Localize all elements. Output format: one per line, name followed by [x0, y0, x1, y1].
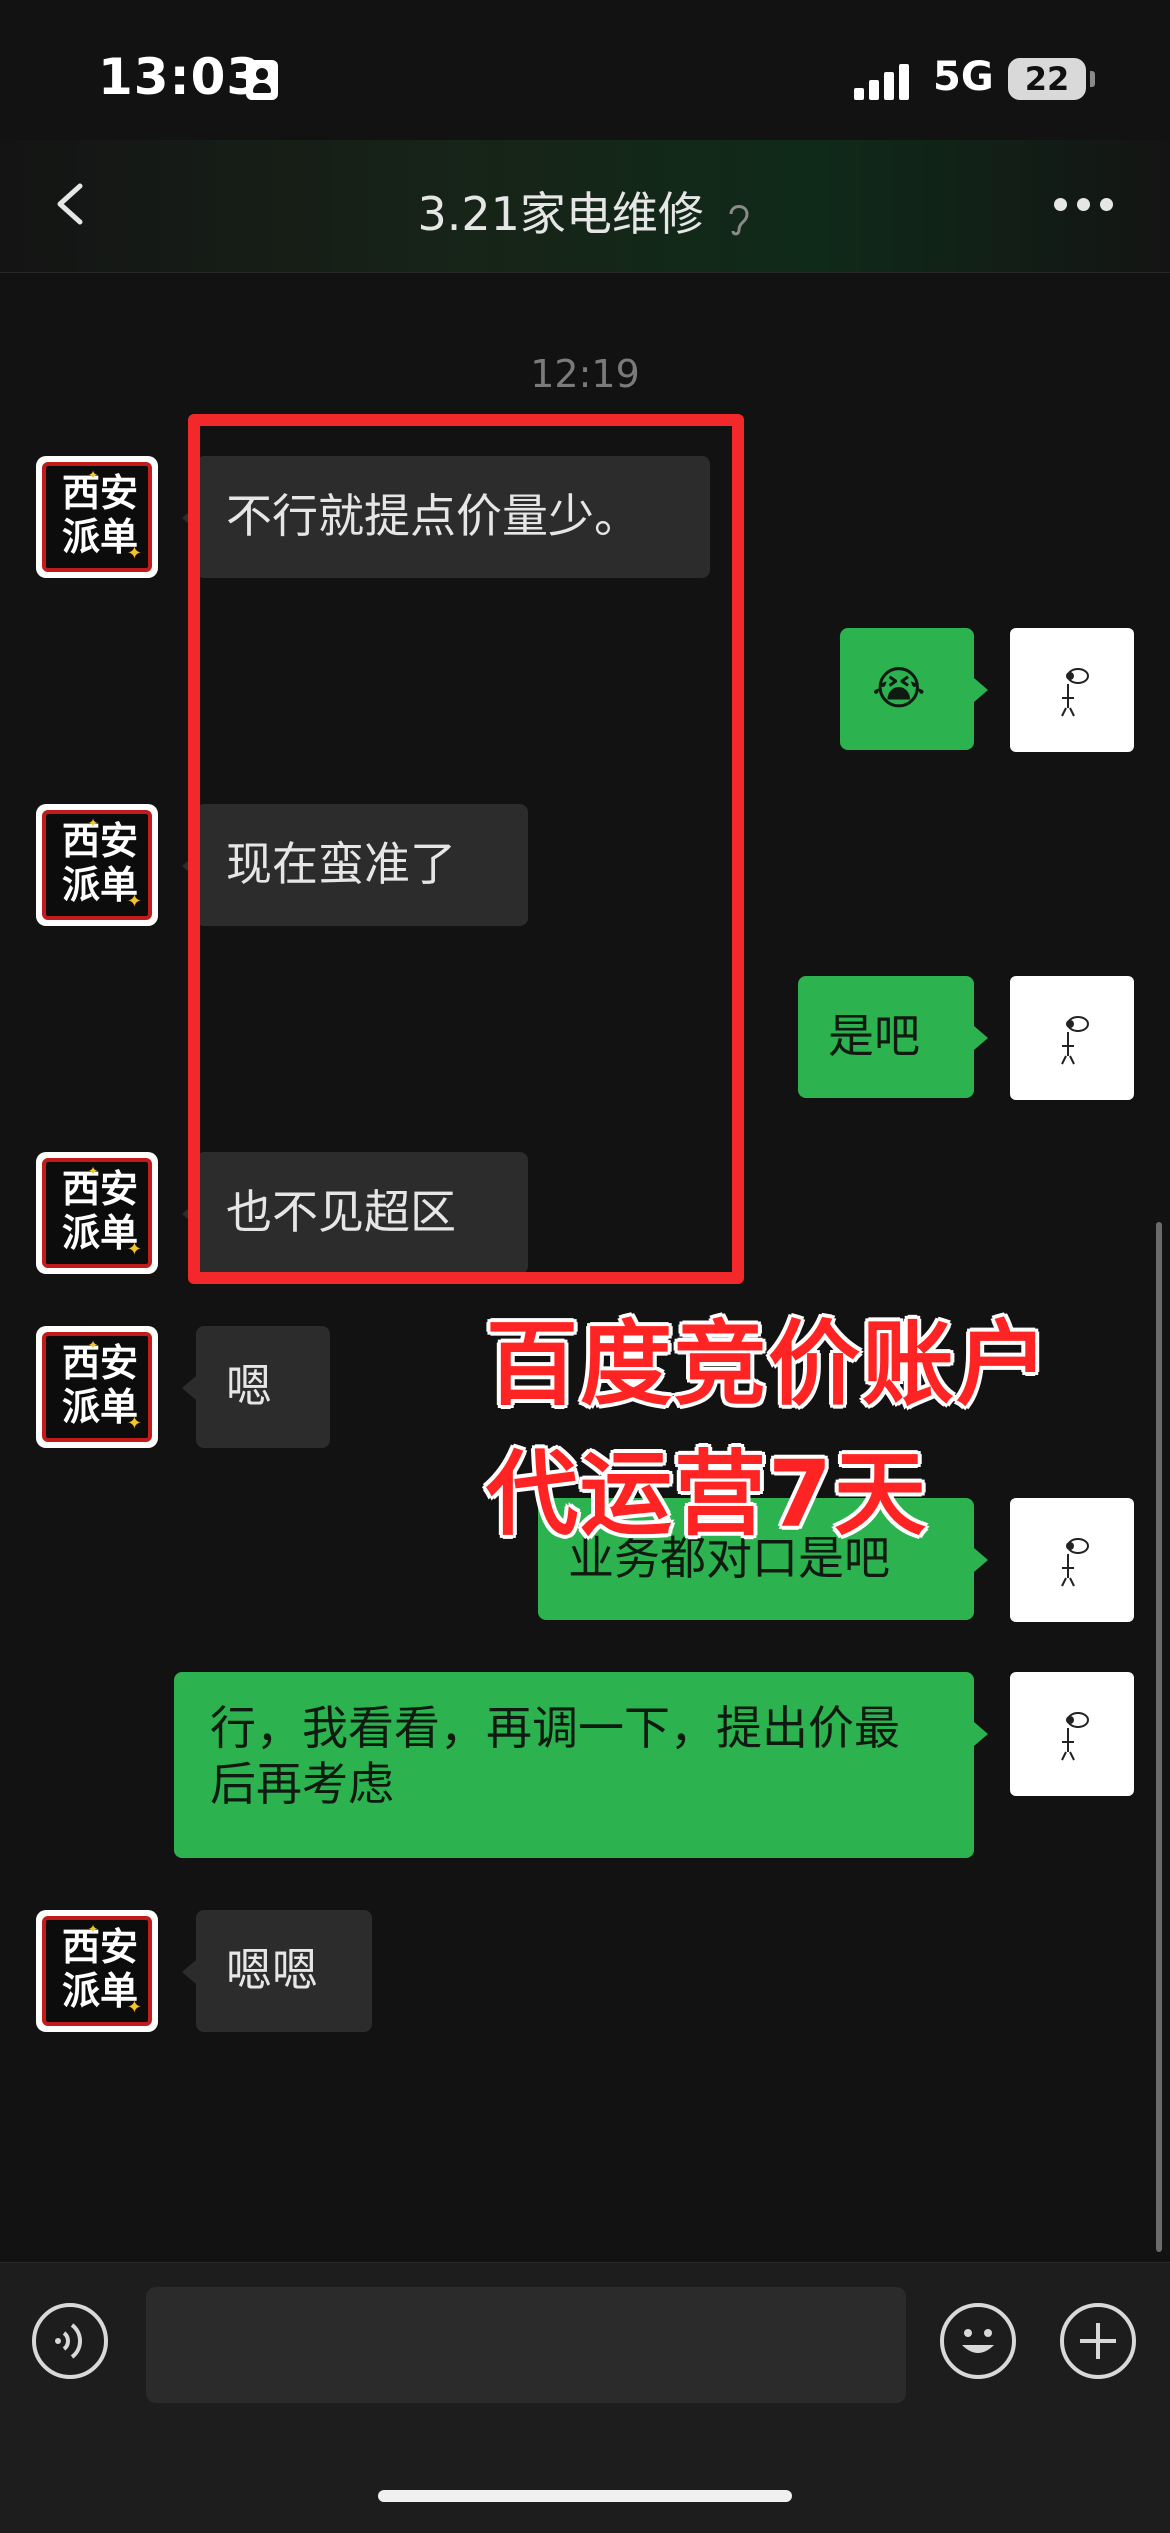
- contact-avatar[interactable]: 西安 派单 ✦ ✦: [36, 1910, 158, 2032]
- sparkle-icon: ✦: [87, 1922, 98, 1936]
- avatar-text-line1: 西安: [61, 1341, 138, 1385]
- contact-avatar[interactable]: 西安 派单 ✦ ✦: [36, 456, 158, 578]
- ellipsis-icon[interactable]: [1054, 198, 1114, 214]
- scrollbar[interactable]: [1156, 1222, 1162, 2252]
- emoji-icon[interactable]: [940, 2303, 1016, 2379]
- avatar-text-line1: 西安: [61, 819, 138, 863]
- message-input[interactable]: [146, 2287, 906, 2403]
- avatar-text-line1: 西安: [61, 1167, 138, 1211]
- chat-title: 3.21家电维修: [417, 187, 704, 241]
- sparkle-icon: ✦: [87, 468, 98, 482]
- plus-icon[interactable]: [1060, 2303, 1136, 2379]
- status-time: 13:03: [98, 48, 263, 106]
- user-avatar[interactable]: [1010, 628, 1134, 752]
- id-card-icon: [246, 60, 278, 100]
- home-indicator[interactable]: [378, 2490, 792, 2502]
- promo-line-1: 百度竞价账户: [486, 1311, 1051, 1418]
- contact-avatar[interactable]: 西安 派单 ✦ ✦: [36, 1326, 158, 1448]
- highlight-box: [188, 414, 744, 1284]
- avatar-text-line1: 西安: [61, 471, 138, 515]
- voice-icon[interactable]: [32, 2303, 108, 2379]
- chat-header: 3.21家电维修: [0, 140, 1170, 273]
- battery-icon: 22: [1008, 58, 1086, 100]
- sparkle-icon: ✦: [126, 1413, 142, 1434]
- sparkle-icon: ✦: [87, 1338, 98, 1352]
- sparkle-icon: ✦: [87, 1164, 98, 1178]
- snoopy-icon: [1061, 1712, 1089, 1761]
- snoopy-icon: [1061, 1016, 1089, 1065]
- signal-icon: [854, 62, 910, 100]
- message-bubble-incoming[interactable]: 嗯: [182, 1326, 330, 1448]
- battery-tip: [1090, 71, 1095, 87]
- promo-line-2: 代运营7天: [486, 1441, 929, 1548]
- message-timestamp: 12:19: [530, 352, 640, 396]
- sparkle-icon: ✦: [87, 816, 98, 830]
- contact-avatar[interactable]: 西安 派单 ✦ ✦: [36, 804, 158, 926]
- avatar-text-line1: 西安: [61, 1925, 138, 1969]
- contact-avatar[interactable]: 西安 派单 ✦ ✦: [36, 1152, 158, 1274]
- message-bubble-outgoing[interactable]: 行，我看看，再调一下，提出价最后再考虑: [174, 1672, 988, 1858]
- sparkle-icon: ✦: [126, 891, 142, 912]
- message-bubble-incoming[interactable]: 嗯嗯: [182, 1910, 372, 2032]
- sparkle-icon: ✦: [126, 543, 142, 564]
- sparkle-icon: ✦: [126, 1997, 142, 2018]
- user-avatar[interactable]: [1010, 976, 1134, 1100]
- ear-mute-icon: [729, 204, 749, 235]
- sparkle-icon: ✦: [126, 1239, 142, 1260]
- message-bubble-outgoing[interactable]: 是吧: [798, 976, 988, 1098]
- user-avatar[interactable]: [1010, 1672, 1134, 1796]
- snoopy-icon: [1061, 668, 1089, 717]
- snoopy-icon: [1061, 1538, 1089, 1587]
- chat-title-wrap: 3.21家电维修: [0, 178, 1170, 244]
- message-bubble-outgoing[interactable]: 😭: [840, 628, 988, 750]
- user-avatar[interactable]: [1010, 1498, 1134, 1622]
- network-type: 5G: [933, 54, 994, 100]
